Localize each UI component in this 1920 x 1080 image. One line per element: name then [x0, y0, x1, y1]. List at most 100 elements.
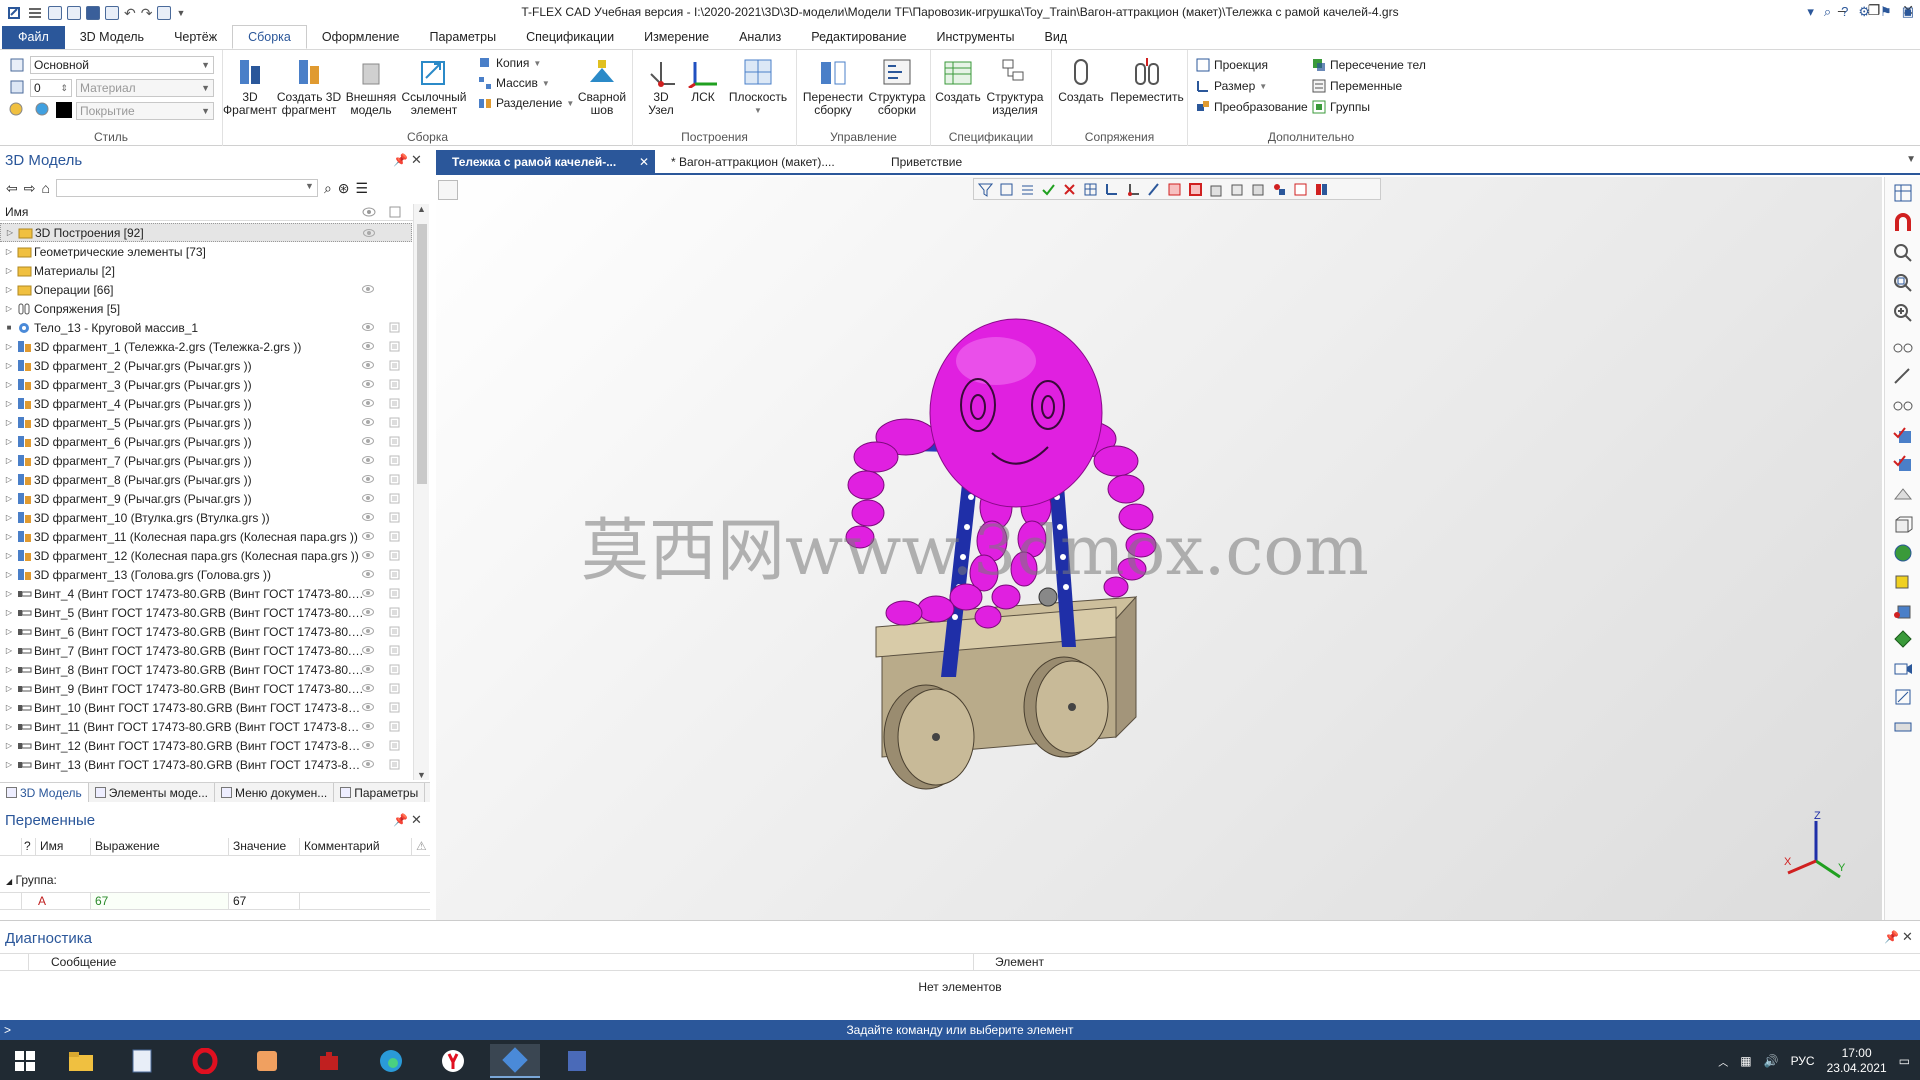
taskbar-edge[interactable]: [366, 1044, 416, 1078]
visibility-eye-icon[interactable]: [362, 359, 375, 372]
edge-filter-icon[interactable]: [1146, 182, 1161, 197]
menu-item-6[interactable]: Спецификации: [511, 26, 629, 49]
layer-toggle-icon[interactable]: [388, 473, 401, 486]
redo-icon[interactable]: ↷: [141, 5, 153, 22]
visibility-eye-icon[interactable]: [362, 397, 375, 410]
tree-item[interactable]: ▷ Винт_13 (Винт ГОСТ 17473-80.GRB (Винт Г…: [0, 755, 412, 774]
notifications-icon[interactable]: ▭: [1899, 1054, 1910, 1068]
expand-toggle-icon[interactable]: ▷: [3, 665, 15, 674]
var-comment-cell[interactable]: [300, 893, 430, 909]
visibility-eye-icon[interactable]: [362, 454, 375, 467]
axis-filter-icon[interactable]: [1104, 182, 1119, 197]
expand-toggle-icon[interactable]: ▷: [3, 266, 15, 275]
solid-filter-icon[interactable]: [1209, 182, 1224, 197]
expand-toggle-icon[interactable]: ▷: [3, 361, 15, 370]
projection-button[interactable]: Проекция: [1196, 58, 1268, 72]
expand-toggle-icon[interactable]: ▷: [3, 646, 15, 655]
layer-combo[interactable]: Основной ▼: [30, 56, 214, 74]
render-sphere-icon[interactable]: [1893, 543, 1913, 563]
layout-icon[interactable]: ▣: [1902, 4, 1914, 20]
fragment-filter-icon[interactable]: [1251, 182, 1266, 197]
layer-toggle-icon[interactable]: [388, 492, 401, 505]
tray-chevron-icon[interactable]: ︿: [1718, 1054, 1728, 1069]
filter-icon[interactable]: [978, 182, 993, 197]
cut-filter-icon[interactable]: [1293, 182, 1308, 197]
tree-search-input[interactable]: ▼: [55, 179, 318, 197]
print-icon[interactable]: [105, 6, 119, 20]
menu-item-1[interactable]: 3D Модель: [65, 26, 159, 49]
filter-select-icon[interactable]: [999, 182, 1014, 197]
expand-toggle-icon[interactable]: ▷: [4, 228, 16, 237]
visibility-eye-icon[interactable]: [362, 435, 375, 448]
green-shape-icon[interactable]: [1893, 629, 1913, 649]
var-checkbox[interactable]: [0, 893, 22, 909]
expand-toggle-icon[interactable]: ▷: [3, 551, 15, 560]
menu-item-11[interactable]: Вид: [1029, 26, 1082, 49]
diagnostics-close-icon[interactable]: ✕: [1902, 929, 1913, 945]
layer-toggle-icon[interactable]: [388, 340, 401, 353]
expand-toggle-icon[interactable]: ▷: [3, 513, 15, 522]
search-commands-icon[interactable]: ⌕: [1824, 4, 1831, 20]
create-3d-fragment-button[interactable]: Создать 3D фрагмент: [277, 56, 341, 117]
magnet-icon[interactable]: [1893, 213, 1913, 233]
layer-toggle-icon[interactable]: [388, 587, 401, 600]
assembly-structure-button[interactable]: Структура сборки: [865, 56, 929, 117]
layer-toggle-icon[interactable]: [388, 416, 401, 429]
flag-icon[interactable]: ⚑: [1880, 4, 1892, 20]
diagnostics-pin-icon[interactable]: 📌: [1884, 930, 1899, 944]
tree-item[interactable]: ▷ 3D фрагмент_10 (Втулка.grs (Втулка.grs …: [0, 508, 412, 527]
body-intersection-button[interactable]: Пересечение тел: [1312, 58, 1426, 72]
layer-toggle-icon[interactable]: [388, 644, 401, 657]
menu-item-2[interactable]: Чертёж: [159, 26, 232, 49]
visibility-eye-icon[interactable]: [362, 321, 375, 334]
zoom-window-icon[interactable]: [1893, 273, 1913, 293]
check-box-icon-2[interactable]: [1893, 453, 1913, 473]
home-icon[interactable]: ⌂: [41, 180, 49, 196]
reference-element-button[interactable]: Ссылочный элемент: [401, 56, 467, 117]
expand-toggle-icon[interactable]: ▷: [3, 304, 15, 313]
app-logo-icon[interactable]: [6, 5, 22, 21]
tree-item[interactable]: ▷ Винт_6 (Винт ГОСТ 17473-80.GRB (Винт ГО…: [0, 622, 412, 641]
expand-toggle-icon[interactable]: ▷: [3, 380, 15, 389]
help-icon[interactable]: ?: [1841, 4, 1848, 20]
pin-icon[interactable]: 📌: [393, 153, 408, 167]
layer-toggle-icon[interactable]: [388, 682, 401, 695]
taskbar-tflex[interactable]: [490, 1044, 540, 1078]
expand-toggle-icon[interactable]: ▷: [3, 570, 15, 579]
visibility-eye-icon[interactable]: [362, 530, 375, 543]
layer-toggle-icon[interactable]: [388, 701, 401, 714]
visibility-eye-icon[interactable]: [362, 283, 375, 296]
tree-item[interactable]: ▷ Винт_8 (Винт ГОСТ 17473-80.GRB (Винт ГО…: [0, 660, 412, 679]
panel-tab-2[interactable]: Меню докумен...: [215, 783, 335, 802]
annotate-icon[interactable]: [1893, 687, 1913, 707]
tree-item[interactable]: ▷ 3D фрагмент_1 (Тележка-2.grs (Тележка-2…: [0, 337, 412, 356]
view-panel-icon[interactable]: [1893, 183, 1913, 203]
taskbar-app-4[interactable]: [242, 1044, 292, 1078]
3d-fragment-button[interactable]: 3D Фрагмент: [223, 56, 277, 117]
tree-item[interactable]: ▷ Операции [66]: [0, 280, 412, 299]
fill-color-icon[interactable]: [34, 102, 50, 116]
check-box-icon[interactable]: [1893, 425, 1913, 445]
taskbar-app-2[interactable]: [117, 1044, 167, 1078]
coating-combo[interactable]: Покрытие ▼: [76, 102, 214, 120]
visibility-eye-icon[interactable]: [362, 416, 375, 429]
size-button[interactable]: Размер ▼: [1196, 79, 1267, 93]
doc-tab-active[interactable]: Тележка с рамой качелей-... ✕: [436, 150, 655, 175]
layer-toggle-icon[interactable]: [388, 549, 401, 562]
visibility-eye-icon[interactable]: [362, 720, 375, 733]
expand-toggle-icon[interactable]: ▷: [3, 418, 15, 427]
visibility-eye-icon[interactable]: [362, 340, 375, 353]
hamburger-menu-icon[interactable]: [27, 5, 43, 21]
split-button[interactable]: Разделение ▼: [478, 96, 574, 110]
tree-item[interactable]: ▷ Винт_10 (Винт ГОСТ 17473-80.GRB (Винт Г…: [0, 698, 412, 717]
visibility-eye-icon[interactable]: [362, 625, 375, 638]
doc-tab-wagon[interactable]: * Вагон-аттракцион (макет)....: [655, 150, 875, 175]
var-name-cell[interactable]: A: [22, 893, 91, 909]
glasses-icon-2[interactable]: [1893, 395, 1913, 415]
priority-spinner[interactable]: 0 ⇕: [30, 79, 72, 97]
layer-toggle-icon[interactable]: [388, 530, 401, 543]
variable-row[interactable]: A 67 67: [0, 892, 430, 910]
layer-toggle-icon[interactable]: [388, 397, 401, 410]
menu-item-8[interactable]: Анализ: [724, 26, 796, 49]
visibility-eye-icon[interactable]: [362, 549, 375, 562]
